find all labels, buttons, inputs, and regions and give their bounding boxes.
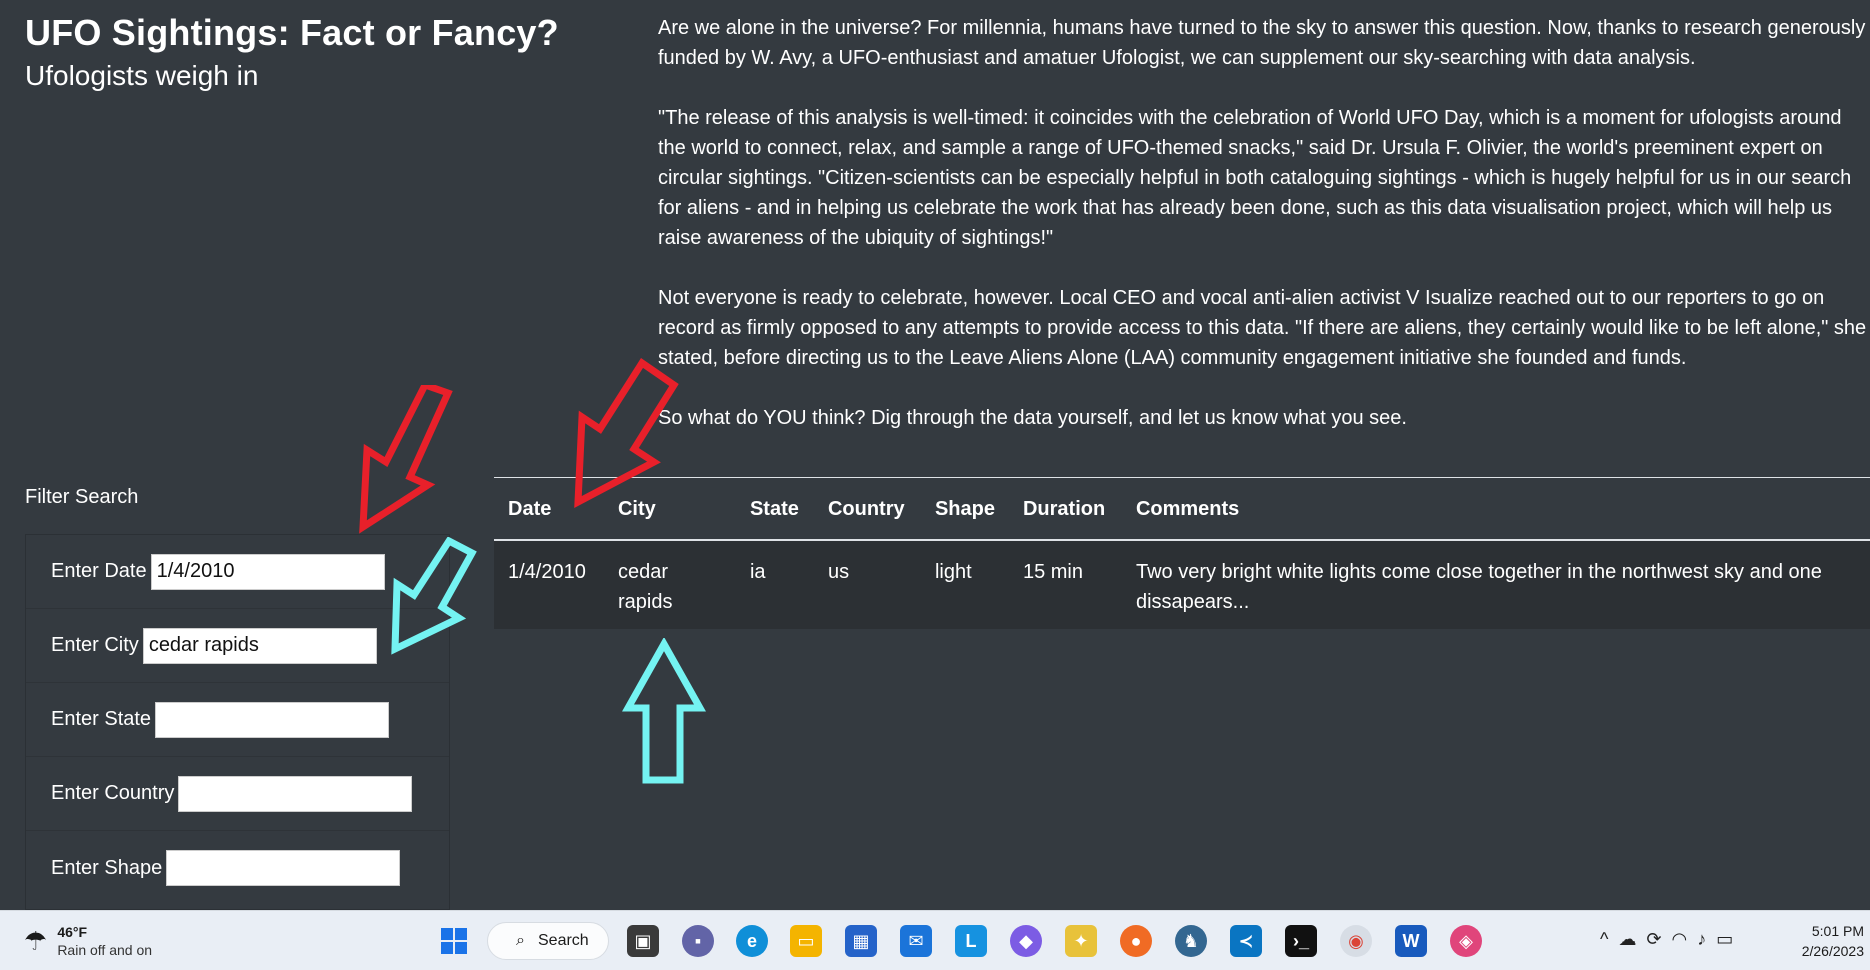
article-paragraph: "The release of this analysis is well-ti… [658,107,1852,249]
store-icon[interactable]: ▦ [845,925,877,957]
cyan-arrow-city-cell [622,638,706,784]
date-input[interactable] [150,553,385,590]
weather-widget[interactable]: ☂ 46°F Rain off and on [24,923,152,959]
red-arrow-date-column [574,358,679,508]
teams-chat-icon[interactable]: ▪ [682,925,714,957]
article-body: Are we alone in the universe? For millen… [658,13,1870,463]
state-label: Enter State [51,708,152,730]
state-input[interactable] [155,701,390,738]
filter-row-shape: Enter Shape [26,831,449,905]
clock-time: 5:01 PM [1811,923,1864,939]
page-subtitle: Ufologists weigh in [25,60,259,91]
page-title: UFO Sightings: Fact or Fancy? [25,12,559,53]
ufo-table: Date City State Country Shape Duration C… [494,478,1870,629]
cell-date: 1/4/2010 [508,561,586,583]
wifi-icon[interactable]: ◠ [1672,929,1698,949]
city-label: Enter City [51,634,139,656]
cyan-arrow-city-input [391,537,477,655]
system-tray: ^☁⟳◠♪▭ [1600,929,1743,950]
battery-icon[interactable]: ▭ [1716,929,1743,949]
table-header-row: Date City State Country Shape Duration C… [494,478,1870,541]
weather-temp: 46°F [57,924,88,940]
shape-input[interactable] [166,850,401,886]
windows-taskbar: ☂ 46°F Rain off and on ⌕ Search ▣ ▪ e ▭ … [0,910,1870,970]
umbrella-rain-icon: ☂ [24,925,48,956]
column-header-country: Country [813,478,921,541]
column-header-comments: Comments [1121,478,1870,541]
cell-city: cedar rapids [617,561,673,613]
weather-condition: Rain off and on [57,942,153,958]
file-explorer-icon[interactable]: ▭ [790,925,822,957]
column-header-state: State [735,478,814,541]
task-view-icon[interactable]: ▣ [627,925,659,957]
table-row: 1/4/2010 cedar rapids ia us light 15 min… [494,540,1870,629]
filter-heading: Filter Search [25,486,139,508]
country-input[interactable] [178,775,413,812]
column-header-shape: Shape [920,478,1009,541]
pgadmin-icon[interactable]: ♞ [1175,925,1207,957]
date-label: Enter Date [51,560,147,582]
red-arrow-date-input [359,385,453,534]
article-paragraph: Not everyone is ready to celebrate, howe… [658,287,1867,369]
edge-icon[interactable]: e [736,925,768,957]
copilot-icon[interactable]: ◆ [1010,925,1042,957]
ufo-page: UFO Sightings: Fact or Fancy? Ufologists… [0,0,1870,910]
cell-duration: 15 min [1022,561,1083,583]
taskbar-search-box[interactable]: ⌕ Search [487,922,609,960]
cell-comments: Two very bright white lights come close … [1135,561,1822,613]
git-kraken-icon[interactable]: ✦ [1065,925,1097,957]
chevron-up-icon[interactable]: ^ [1600,929,1618,949]
article-paragraph: Are we alone in the universe? For millen… [658,17,1866,69]
volume-icon[interactable]: ♪ [1697,929,1716,949]
taskbar-search-label: Search [538,932,589,949]
search-icon: ⌕ [516,932,525,949]
cell-shape: light [934,561,972,583]
clock-date: 2/26/2023 [1801,943,1864,959]
cell-country: us [827,561,850,583]
vscode-icon[interactable]: ≺ [1230,925,1262,957]
mail-icon[interactable]: ✉ [900,925,932,957]
paint-icon[interactable]: ◈ [1450,925,1482,957]
article-paragraph: So what do YOU think? Dig through the da… [658,407,1407,429]
filter-row-country: Enter Country [26,757,449,831]
chrome-icon[interactable]: ◉ [1340,925,1372,957]
ufo-table-container: Date City State Country Shape Duration C… [494,477,1870,629]
shape-label: Enter Shape [51,856,163,879]
country-label: Enter Country [51,782,175,804]
word-icon[interactable]: W [1395,925,1427,957]
clock[interactable]: 5:01 PM 2/26/2023 [1802,921,1864,961]
windows-start-icon[interactable] [438,925,470,957]
cell-state: ia [749,561,766,583]
lynda-icon[interactable]: L [955,925,987,957]
cloud-icon[interactable]: ☁ [1618,929,1646,949]
terminal-icon[interactable]: ›_ [1285,925,1317,957]
filter-row-city: Enter City [26,609,449,683]
filter-row-state: Enter State [26,683,449,757]
firefox-icon[interactable]: ● [1120,925,1152,957]
filter-row-date: Enter Date [26,535,449,609]
column-header-duration: Duration [1008,478,1122,541]
sync-icon[interactable]: ⟳ [1646,929,1671,949]
city-input[interactable] [142,627,377,664]
